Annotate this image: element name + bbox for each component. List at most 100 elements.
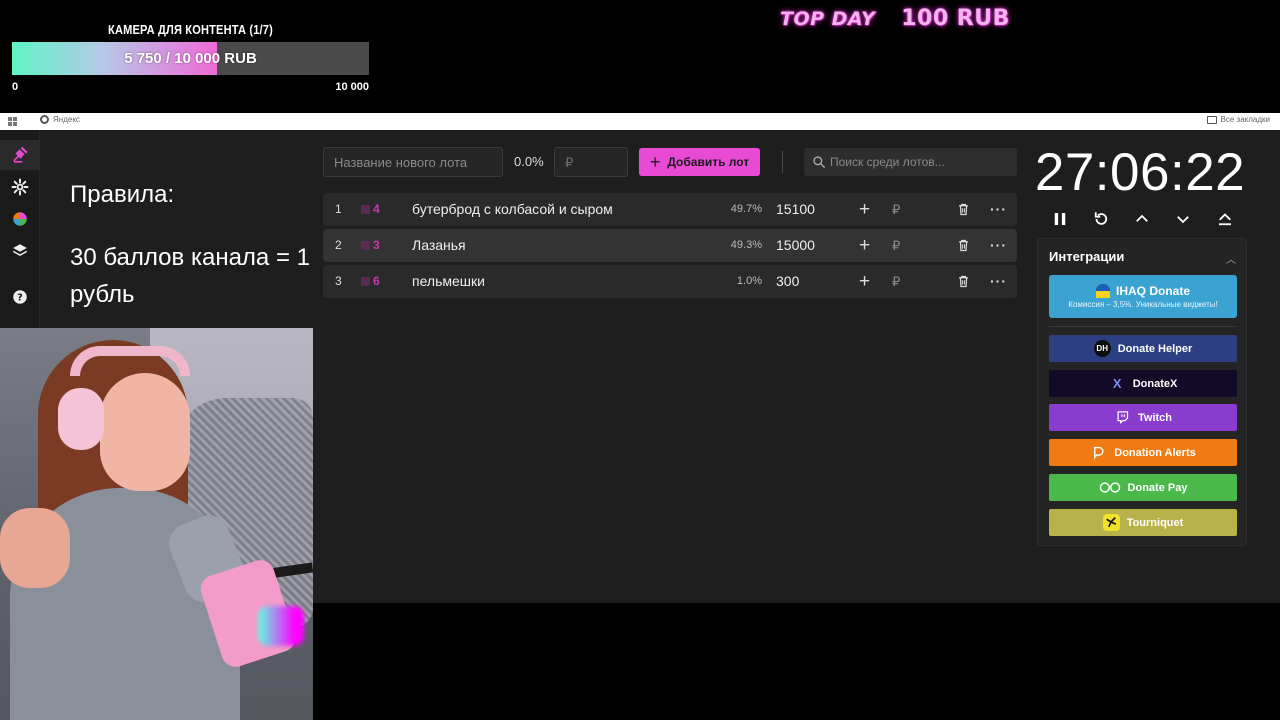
webcam-feed	[0, 328, 313, 720]
all-bookmarks[interactable]: Все закладки	[1206, 115, 1270, 124]
donation-alerts-label: Donation Alerts	[1114, 446, 1196, 459]
tourniquet-icon	[1102, 514, 1120, 531]
goal-progress-bar: 5 750 / 10 000 RUB	[12, 42, 369, 75]
donatex-button[interactable]: X DonateX	[1049, 370, 1237, 397]
ihaq-icon	[1095, 284, 1110, 298]
lot-delete-button[interactable]	[956, 274, 971, 289]
top-day-label: TOP DAY	[780, 7, 876, 30]
lot-amount[interactable]: 15100	[776, 193, 815, 226]
add-lot-button[interactable]: + Добавить лот	[639, 148, 760, 176]
help-icon: ?	[13, 290, 27, 304]
chevron-up-icon	[1136, 214, 1148, 222]
lot-more-button[interactable]: ···	[990, 229, 1007, 262]
rules-title: Правила:	[70, 181, 175, 208]
sidebar-item-stats[interactable]	[0, 204, 40, 234]
goal-scale: 0 10 000	[12, 81, 369, 93]
chevron-up-bar-icon	[1219, 213, 1231, 226]
timer-increase-button[interactable]	[1130, 207, 1154, 231]
donatex-icon: X	[1112, 376, 1122, 391]
svg-text:?: ?	[17, 292, 23, 303]
search-icon	[813, 156, 825, 168]
donate-pay-icon	[1099, 479, 1121, 496]
sidebar-item-auction[interactable]	[0, 140, 40, 170]
lot-index: 3	[335, 274, 342, 288]
ihaq-donate-button[interactable]: IHAQ Donate Комиссия – 3,5%. Уникальные …	[1049, 275, 1237, 318]
twitch-label: Twitch	[1137, 411, 1172, 424]
lot-add-amount-button[interactable]: +	[859, 229, 870, 262]
lot-id: 6	[361, 265, 380, 298]
lot-amount[interactable]: 15000	[776, 229, 815, 262]
integrations-panel: Интеграции ︿ IHAQ Donate Комиссия – 3,5%…	[1037, 238, 1247, 546]
donation-alerts-button[interactable]: Donation Alerts	[1049, 439, 1237, 466]
timer-pause-button[interactable]	[1048, 207, 1072, 231]
tourniquet-button[interactable]: Tourniquet	[1049, 509, 1237, 536]
integrations-divider	[1049, 326, 1237, 327]
goal-progress-text: 5 750 / 10 000 RUB	[124, 50, 257, 67]
lot-add-amount-button[interactable]: +	[859, 193, 870, 226]
lot-amount[interactable]: 300	[776, 265, 799, 298]
search-input[interactable]	[830, 148, 1012, 176]
goal-min-label: 0	[12, 81, 19, 93]
reset-icon	[1094, 212, 1108, 225]
folder-icon	[1206, 115, 1217, 124]
lot-title[interactable]: бутерброд с колбасой и сыром	[412, 193, 613, 226]
lot-delete-button[interactable]	[956, 238, 971, 253]
lot-add-amount-button[interactable]: +	[859, 265, 870, 298]
sidebar-item-settings[interactable]	[0, 172, 40, 202]
ihaq-name: IHAQ Donate	[1115, 284, 1190, 298]
lot-delete-button[interactable]	[956, 202, 971, 217]
donate-helper-label: Donate Helper	[1117, 342, 1193, 355]
timer-decrease-button[interactable]	[1171, 207, 1195, 231]
lot-more-button[interactable]: ···	[990, 265, 1007, 298]
timer-display: 27:06:22	[1034, 143, 1246, 202]
lot-id-icon	[361, 241, 370, 250]
lot-currency-input[interactable]: ₽	[892, 229, 900, 262]
rules-text: 30 баллов канала = 1 рубль	[70, 244, 310, 308]
yandex-icon	[40, 115, 49, 124]
goal-title: КАМЕРА ДЛЯ КОНТЕНТА (1/7)	[108, 22, 273, 37]
donate-helper-icon: DH	[1093, 340, 1111, 357]
lot-row[interactable]: 3 6 пельмешки 1.0% 300 + ₽ ···	[323, 265, 1017, 298]
lot-id-icon	[361, 277, 370, 286]
timer-double-up-button[interactable]	[1213, 207, 1237, 231]
layers-icon	[12, 244, 28, 256]
donation-goal-widget: КАМЕРА ДЛЯ КОНТЕНТА (1/7) 5 750 / 10 000…	[12, 20, 369, 93]
bookmark-yandex[interactable]: Яндекс	[40, 115, 80, 124]
lot-id: 3	[361, 229, 380, 262]
sidebar-item-layers[interactable]	[0, 236, 40, 266]
twitch-button[interactable]: Twitch	[1049, 404, 1237, 431]
donate-pay-button[interactable]: Donate Pay	[1049, 474, 1237, 501]
collapse-icon[interactable]: ︿	[1226, 251, 1236, 266]
timer-reset-button[interactable]	[1089, 207, 1113, 231]
donate-helper-button[interactable]: DH Donate Helper	[1049, 335, 1237, 362]
lot-row[interactable]: 2 3 Лазанья 49.3% 15000 + ₽ ···	[323, 229, 1017, 262]
apps-grid-icon[interactable]	[8, 117, 17, 126]
ihaq-subtitle: Комиссия – 3,5%. Уникальные виджеты!	[1068, 300, 1218, 309]
gavel-icon	[13, 146, 28, 163]
new-lot-amount-input[interactable]	[554, 147, 628, 177]
new-lot-name-input[interactable]	[323, 147, 503, 177]
chevron-down-icon	[1177, 216, 1189, 224]
lot-search[interactable]	[804, 148, 1017, 176]
bookmarks-bar: Яндекс Все закладки	[0, 113, 1280, 130]
lot-row[interactable]: 1 4 бутерброд с колбасой и сыром 49.7% 1…	[323, 193, 1017, 226]
rules-overlay: Правила: 30 баллов канала = 1 рубль	[70, 176, 310, 313]
lot-title[interactable]: Лазанья	[412, 229, 466, 262]
trash-icon	[959, 239, 968, 252]
lot-currency-input[interactable]: ₽	[892, 265, 900, 298]
lot-currency-input[interactable]: ₽	[892, 193, 900, 226]
gear-icon	[11, 178, 29, 196]
lot-title[interactable]: пельмешки	[412, 265, 485, 298]
pause-icon	[1054, 213, 1066, 225]
twitch-icon	[1114, 409, 1131, 426]
donate-pay-label: Donate Pay	[1127, 481, 1188, 494]
lot-more-button[interactable]: ···	[990, 193, 1007, 226]
lot-index: 1	[335, 202, 342, 216]
lot-index: 2	[335, 238, 342, 252]
new-lot-percent: 0.0%	[514, 154, 544, 169]
bookmark-yandex-label: Яндекс	[53, 115, 80, 124]
donatex-label: DonateX	[1132, 377, 1178, 390]
add-lot-label: Добавить лот	[667, 155, 750, 169]
sidebar-item-help[interactable]: ?	[0, 282, 40, 312]
tourniquet-label: Tourniquet	[1126, 516, 1184, 529]
